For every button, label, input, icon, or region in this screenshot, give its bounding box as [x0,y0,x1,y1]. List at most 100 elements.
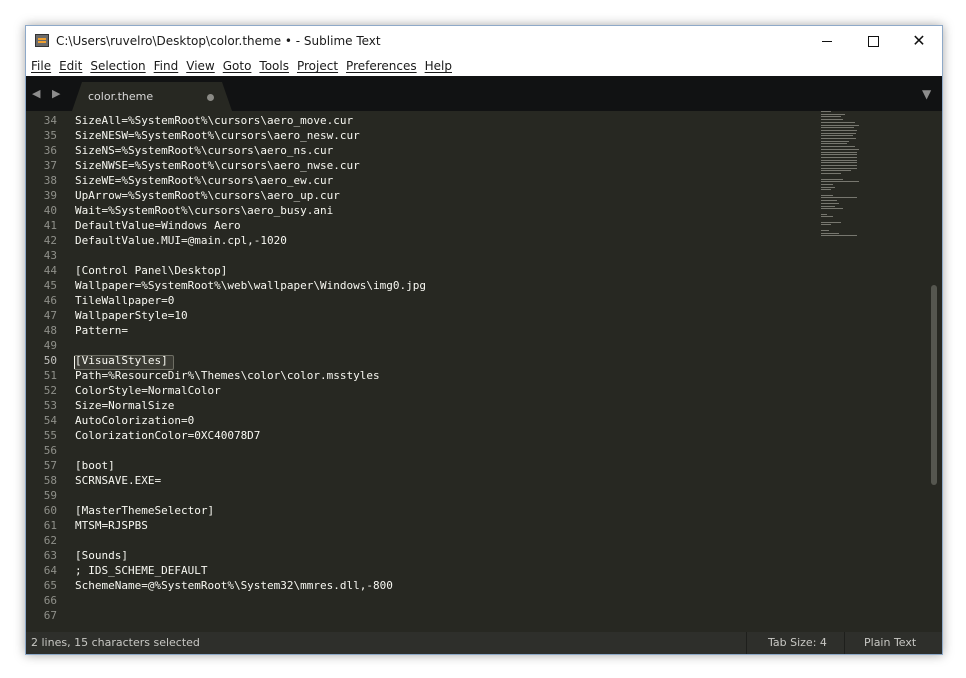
code-line[interactable]: SchemeName=@%SystemRoot%\System32\mmres.… [75,578,393,593]
close-icon: ✕ [912,31,926,50]
minimap-line [821,178,843,180]
minimap-line [821,213,827,215]
sublime-window: C:\Users\ruvelro\Desktop\color.theme • -… [25,25,943,655]
code-line[interactable]: AutoColorization=0 [75,413,194,428]
minimap-line [821,200,837,202]
code-line[interactable]: SizeNS=%SystemRoot%\cursors\aero_ns.cur [75,143,333,158]
minimap-line [821,146,855,148]
minimap-line [821,221,841,223]
code-line[interactable]: TileWallpaper=0 [75,293,174,308]
minimap-line [821,173,841,175]
tab-size-selector[interactable]: Tab Size: 4 [768,636,827,649]
line-number: 38 [43,174,57,187]
minimap-line [821,124,859,126]
code-line[interactable]: Wait=%SystemRoot%\cursors\aero_busy.ani [75,203,333,218]
code-line[interactable]: Pattern= [75,323,128,338]
line-number: 40 [43,204,57,217]
code-line[interactable]: [Control Panel\Desktop] [75,263,227,278]
line-number: 47 [43,309,57,322]
line-number: 48 [43,324,57,337]
line-number: 67 [43,609,57,622]
code-line[interactable]: ColorStyle=NormalColor [75,383,221,398]
minimap-line [821,235,857,237]
line-number: 61 [43,519,57,532]
minimap-line [821,116,841,118]
minimap-line [821,135,853,137]
line-number: 66 [43,594,57,607]
minimap-line [821,232,839,234]
code-line[interactable]: DefaultValue=Windows Aero [75,218,241,233]
menu-edit[interactable]: Edit [56,59,85,73]
minimap-line [821,143,847,145]
selection-status: 2 lines, 15 characters selected [31,636,200,649]
code-area[interactable]: SizeAll=%SystemRoot%\cursors\aero_move.c… [75,111,815,632]
code-line[interactable]: [VisualStyles] [75,353,168,368]
minimap-line [821,140,849,142]
code-line[interactable]: ColorizationColor=0XC40078D7 [75,428,260,443]
minimap-line [821,111,831,112]
code-line[interactable]: SizeNESW=%SystemRoot%\cursors\aero_nesw.… [75,128,360,143]
line-number: 56 [43,444,57,457]
tab-nav-arrows-icon[interactable]: ◀ ▶ [32,87,64,100]
line-number: 64 [43,564,57,577]
maximize-button[interactable] [850,26,896,56]
minimap-line [821,113,845,115]
sublime-app-icon[interactable] [35,34,49,47]
line-number: 65 [43,579,57,592]
code-line[interactable]: DefaultValue.MUI=@main.cpl,-1020 [75,233,287,248]
minimap[interactable] [821,111,881,251]
code-editor[interactable]: 34 35 36 37 38 39 40 41 42 43 44 45 46 47 48 49 50 51 52 53… [26,111,942,632]
syntax-selector[interactable]: Plain Text [864,636,916,649]
window-title: C:\Users\ruvelro\Desktop\color.theme • -… [56,34,381,48]
code-line[interactable]: SizeWE=%SystemRoot%\cursors\aero_ew.cur [75,173,333,188]
line-number: 57 [43,459,57,472]
menu-file[interactable]: File [28,59,54,73]
code-line[interactable]: ; IDS_SCHEME_DEFAULT [75,563,207,578]
line-number: 45 [43,279,57,292]
minimize-button[interactable] [804,26,850,56]
tab-list-dropdown-icon[interactable]: ▼ [922,87,931,101]
line-number: 36 [43,144,57,157]
code-line[interactable]: SCRNSAVE.EXE= [75,473,161,488]
tab-color-theme[interactable]: color.theme [72,82,232,111]
code-line[interactable]: UpArrow=%SystemRoot%\cursors\aero_up.cur [75,188,340,203]
code-line[interactable]: [boot] [75,458,115,473]
menu-goto[interactable]: Goto [220,59,255,73]
menu-find[interactable]: Find [151,59,182,73]
line-number: 37 [43,159,57,172]
line-number: 62 [43,534,57,547]
menu-selection[interactable]: Selection [87,59,148,73]
unsaved-dot-icon[interactable] [207,94,214,101]
code-line[interactable]: Wallpaper=%SystemRoot%\web\wallpaper\Win… [75,278,426,293]
code-line[interactable]: [MasterThemeSelector] [75,503,214,518]
menu-help[interactable]: Help [422,59,455,73]
code-line[interactable]: [Sounds] [75,548,128,563]
line-number: 58 [43,474,57,487]
line-number: 41 [43,219,57,232]
menu-view[interactable]: View [183,59,217,73]
menu-preferences[interactable]: Preferences [343,59,420,73]
minimap-line [821,154,857,156]
menu-tools[interactable]: Tools [256,59,292,73]
line-number: 52 [43,384,57,397]
line-number: 43 [43,249,57,262]
code-line[interactable]: WallpaperStyle=10 [75,308,188,323]
close-button[interactable]: ✕ [896,26,942,56]
title-bar[interactable]: C:\Users\ruvelro\Desktop\color.theme • -… [26,26,942,56]
code-line[interactable]: MTSM=RJSPBS [75,518,148,533]
code-line[interactable]: SizeNWSE=%SystemRoot%\cursors\aero_nwse.… [75,158,360,173]
minimap-line [821,151,857,153]
vertical-scrollbar[interactable] [928,111,940,632]
code-line[interactable]: Path=%ResourceDir%\Themes\color\color.ms… [75,368,380,383]
status-bar: 2 lines, 15 characters selected Tab Size… [26,632,942,654]
minimap-line [821,127,854,129]
minimap-line [821,162,857,164]
code-line[interactable]: Size=NormalSize [75,398,174,413]
line-number-gutter: 34 35 36 37 38 39 40 41 42 43 44 45 46 47 48 49 50 51 52 53… [26,111,62,632]
scrollbar-thumb[interactable] [931,285,937,485]
minimap-line [821,167,857,169]
code-line[interactable]: SizeAll=%SystemRoot%\cursors\aero_move.c… [75,113,353,128]
menu-project[interactable]: Project [294,59,341,73]
minimap-line [821,148,859,150]
line-number: 35 [43,129,57,142]
